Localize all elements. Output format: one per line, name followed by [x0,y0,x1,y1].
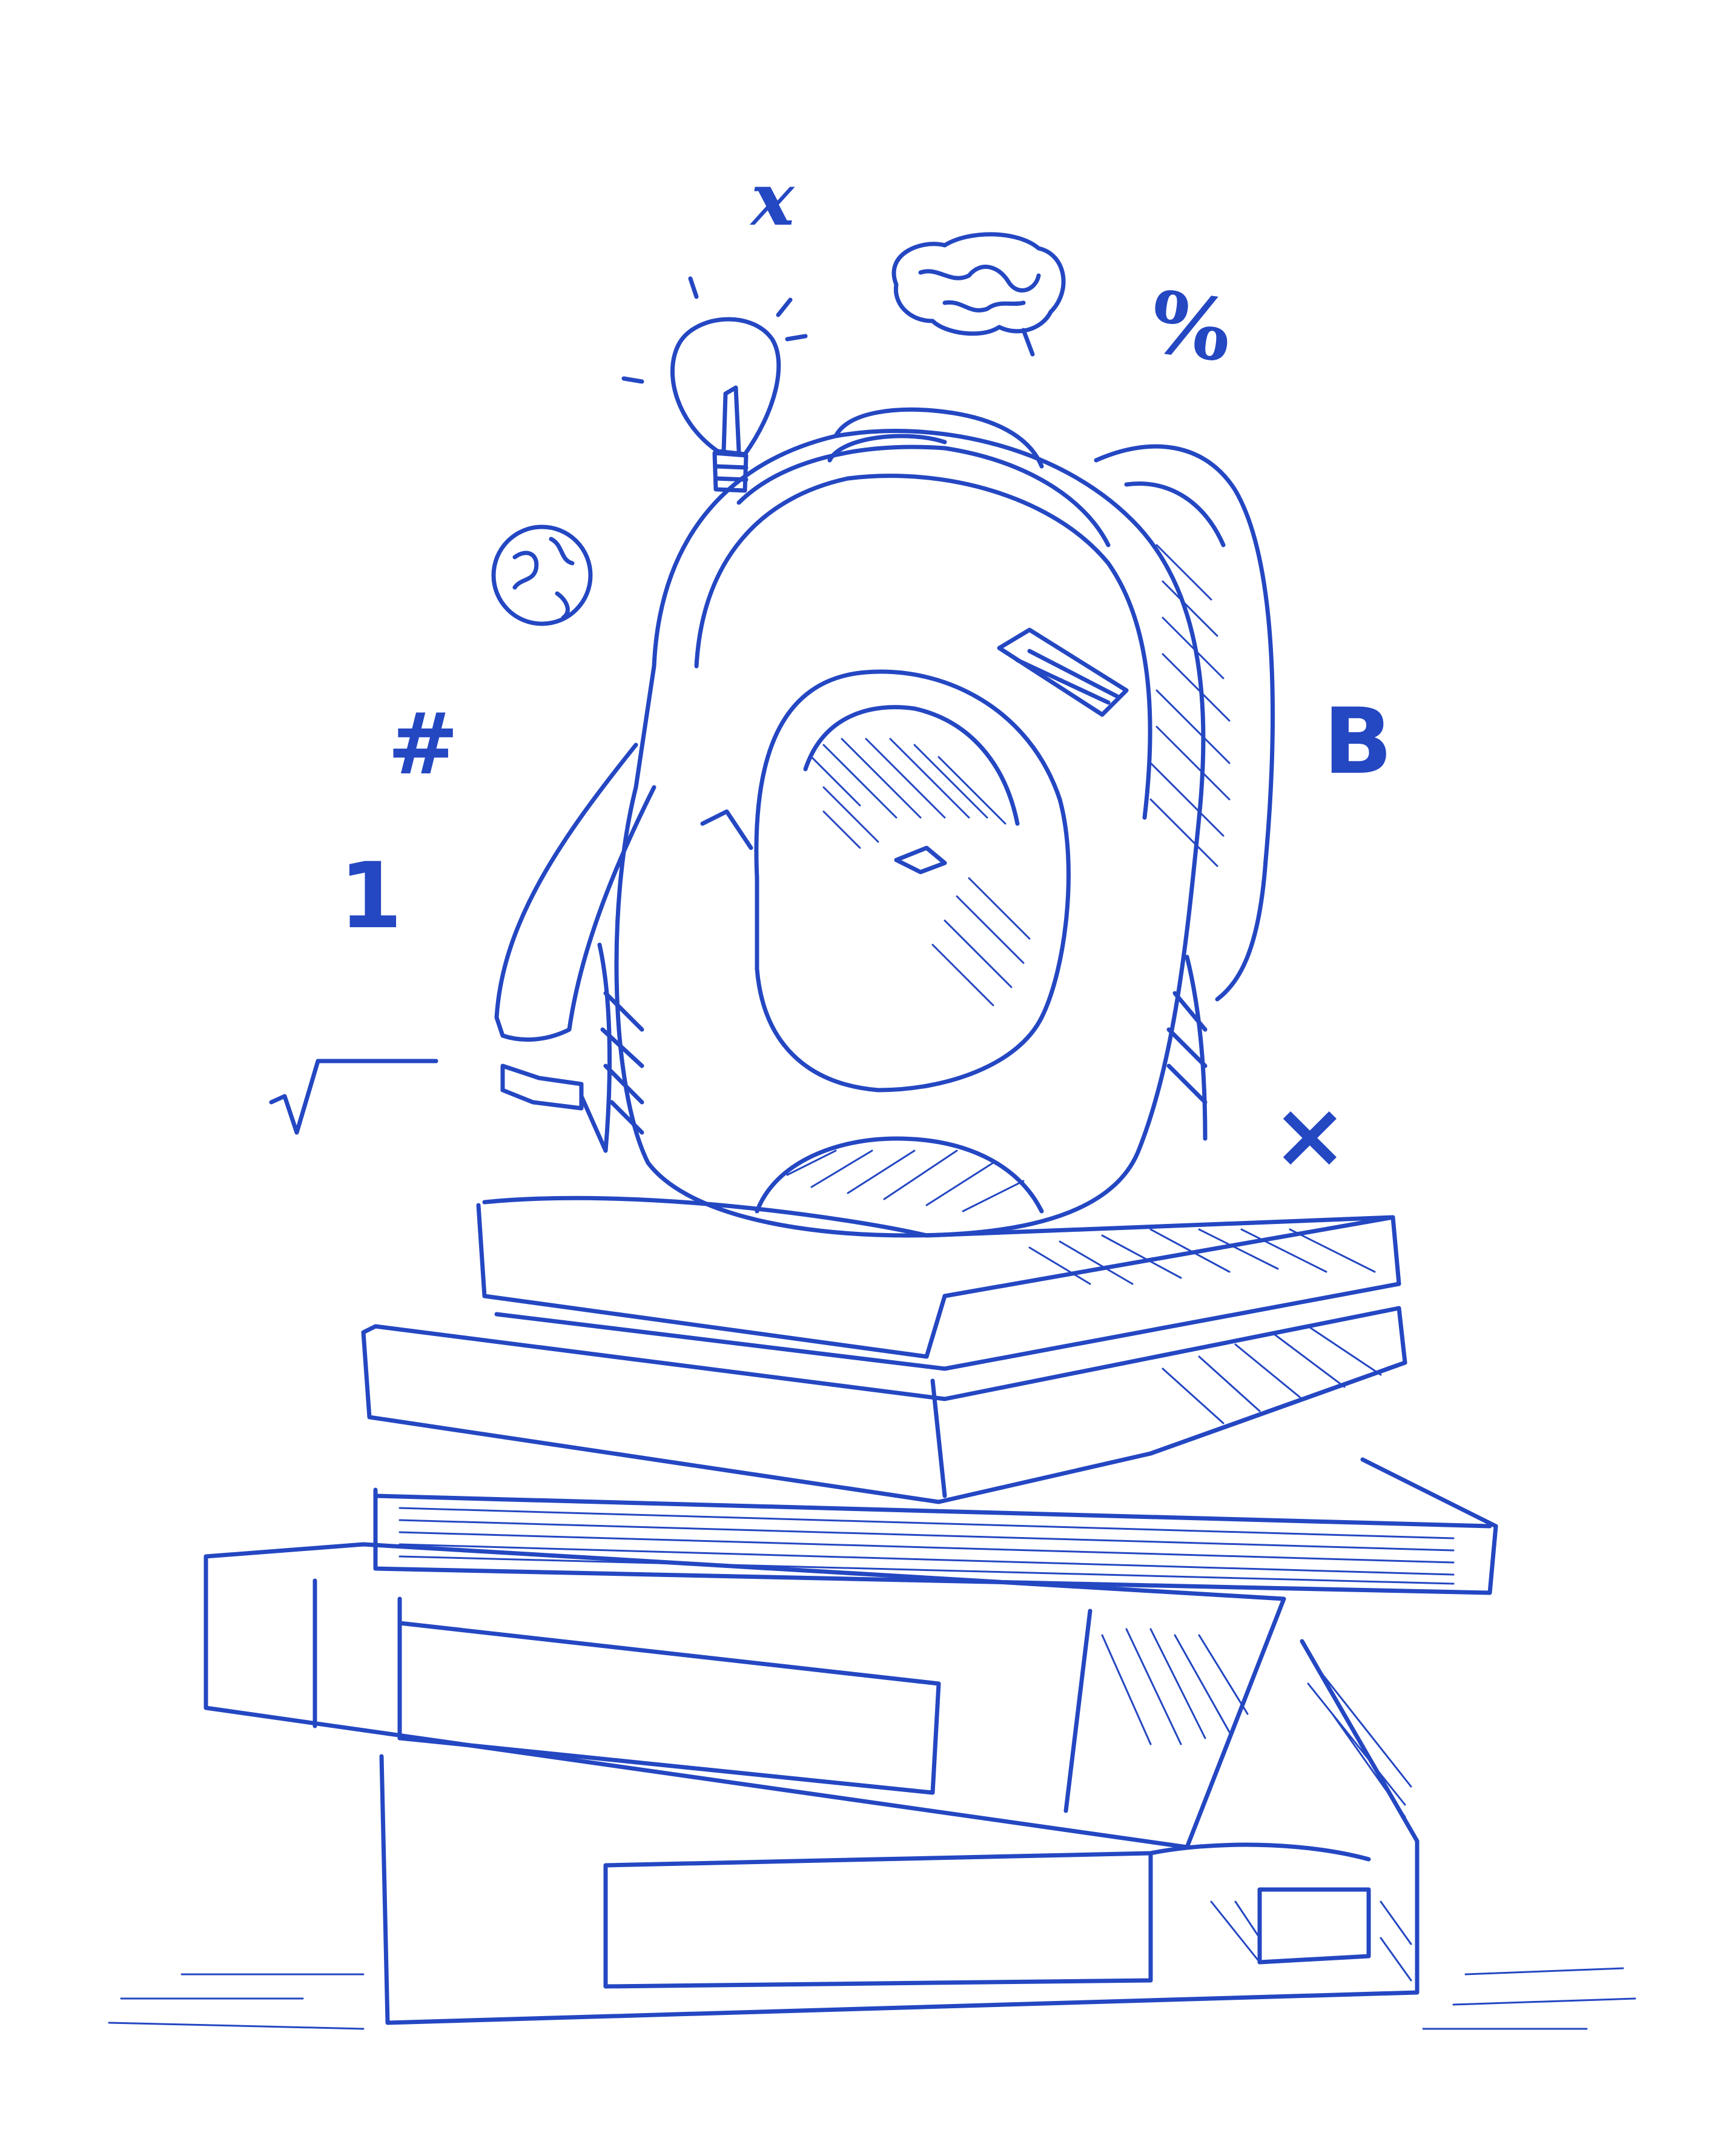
globe-icon [491,524,593,626]
backpack-and-books-sketch [108,232,1636,2030]
multiply-doodle: × [1272,1083,1348,1188]
lightbulb-icon [621,276,808,493]
variable-x-doodle: x [751,157,795,242]
book-stack [203,1195,1498,2025]
hash-doodle: # [388,695,459,794]
sketch-canvas: x % # B 1 × [0,0,1729,2156]
backpack [494,407,1275,1238]
letter-b-doodle: B [1323,689,1393,795]
brain-icon [891,232,1066,357]
percent-doodle: % [1144,272,1238,382]
square-root-icon [269,1059,438,1135]
number-one-doodle: 1 [339,844,403,949]
